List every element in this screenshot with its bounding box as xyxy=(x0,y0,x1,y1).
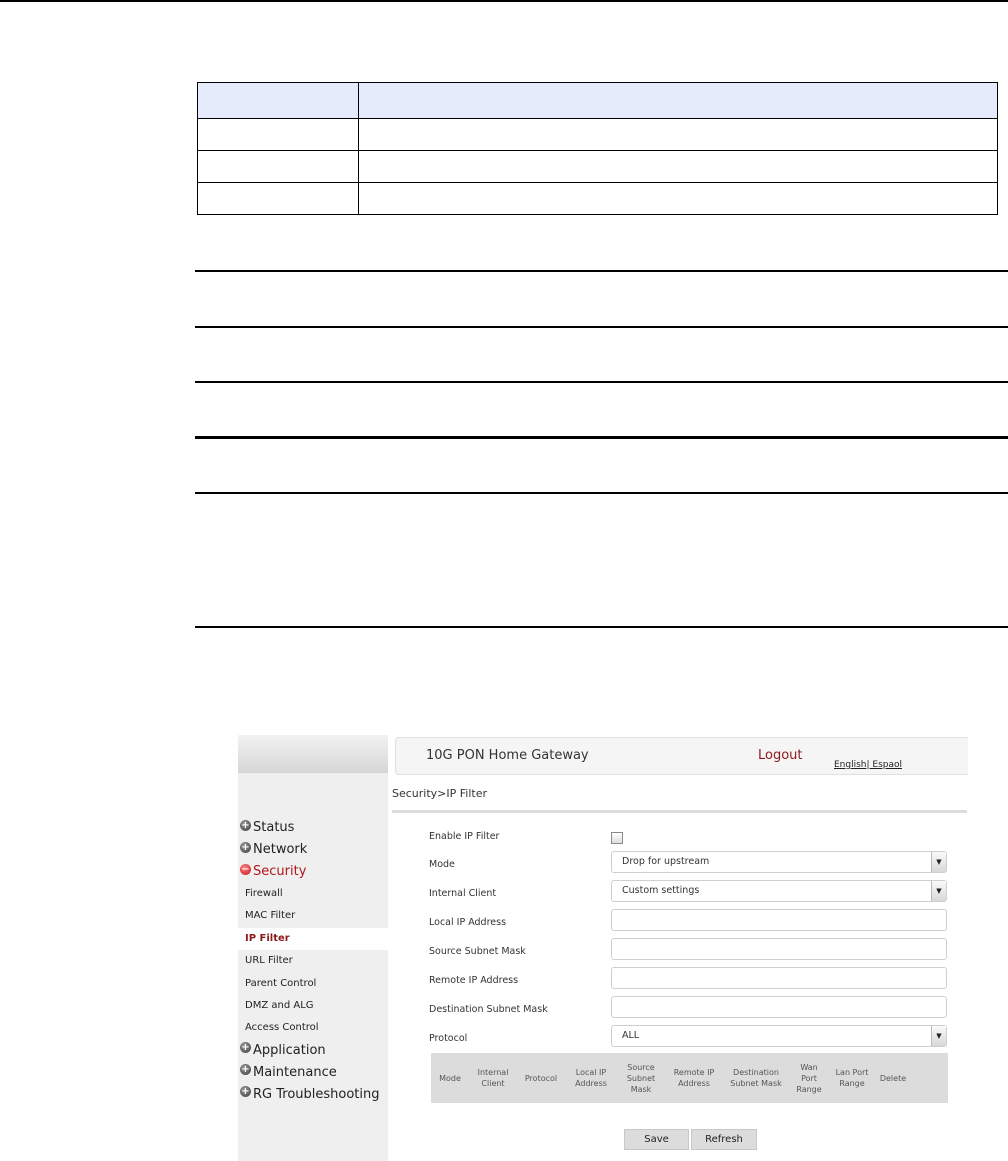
column-header-lan-port-range: Lan Port Range xyxy=(835,1068,869,1088)
sidebar-subitem-mac-filter[interactable]: MAC Filter xyxy=(238,905,388,927)
lang-spanish-link[interactable]: Espaol xyxy=(870,760,902,770)
column-header-local-ip: Local IP Address xyxy=(575,1068,607,1088)
column-header-protocol: Protocol xyxy=(524,1073,558,1083)
chevron-down-icon: ▼ xyxy=(931,852,946,872)
document-table-cell xyxy=(197,182,359,215)
language-switcher: English| Espaol xyxy=(834,760,902,770)
document-table-cell xyxy=(358,182,998,215)
sidebar-subitem-url-filter[interactable]: URL Filter xyxy=(238,950,388,972)
column-header-source-subnet-mask: Source Subnet Mask xyxy=(626,1062,656,1094)
column-header-internal-client: Internal Client xyxy=(477,1068,509,1088)
mode-value: Drop for upstream xyxy=(622,856,710,867)
remote-ip-input[interactable] xyxy=(611,967,947,989)
sidebar-subitem-parent-control[interactable]: Parent Control xyxy=(238,973,388,995)
sidebar-item-maintenance[interactable]: + Maintenance xyxy=(238,1062,388,1084)
sidebar-item-security[interactable]: − Security xyxy=(238,861,388,883)
plus-circle-icon: + xyxy=(240,819,251,831)
document-table-row xyxy=(197,182,998,215)
sidebar-nav: + Status + Network − Security Firewall M… xyxy=(238,817,388,1106)
horizontal-rule xyxy=(195,381,1008,383)
gateway-ui-screenshot: + Status + Network − Security Firewall M… xyxy=(238,735,968,1161)
minus-circle-icon: − xyxy=(240,863,251,875)
column-header-destination-subnet-mask: Destination Subnet Mask xyxy=(730,1068,782,1088)
protocol-value: ALL xyxy=(622,1030,640,1041)
breadcrumb-divider xyxy=(392,810,967,813)
local-ip-label: Local IP Address xyxy=(429,917,507,928)
document-table-row xyxy=(197,118,998,151)
sidebar-item-label: Application xyxy=(253,1042,326,1058)
chevron-down-icon: ▼ xyxy=(931,881,946,901)
document-table-header xyxy=(197,82,998,119)
horizontal-rule xyxy=(195,326,1008,328)
refresh-button[interactable]: Refresh xyxy=(691,1129,757,1150)
sidebar-item-application[interactable]: + Application xyxy=(238,1040,388,1062)
horizontal-rule xyxy=(195,492,1008,494)
internal-client-select[interactable]: Custom settings ▼ xyxy=(611,880,947,902)
brand-title: 10G PON Home Gateway xyxy=(426,748,589,763)
mode-select[interactable]: Drop for upstream ▼ xyxy=(611,851,947,873)
document-table xyxy=(197,82,998,215)
page-top-rule xyxy=(0,0,1008,2)
sidebar-subitem-ip-filter[interactable]: IP Filter xyxy=(238,927,388,951)
sidebar: + Status + Network − Security Firewall M… xyxy=(238,735,388,1161)
document-table-cell xyxy=(358,118,998,151)
header-bar: 10G PON Home Gateway Logout English| Esp… xyxy=(395,737,968,775)
enable-ip-filter-label: Enable IP Filter xyxy=(429,831,500,842)
sidebar-subitem-firewall[interactable]: Firewall xyxy=(238,883,388,905)
save-button[interactable]: Save xyxy=(624,1129,689,1150)
horizontal-rule xyxy=(195,626,1008,628)
protocol-label: Protocol xyxy=(429,1033,468,1044)
internal-client-value: Custom settings xyxy=(622,885,700,896)
ip-filter-rules-table-header: Mode Internal Client Protocol Local IP A… xyxy=(431,1053,948,1103)
sidebar-item-label: Security xyxy=(253,864,307,879)
local-ip-input[interactable] xyxy=(611,909,947,931)
sidebar-item-status[interactable]: + Status xyxy=(238,817,388,839)
document-table-cell xyxy=(197,118,359,151)
document-table-row xyxy=(197,150,998,183)
document-table-header-cell xyxy=(197,82,359,119)
column-header-delete: Delete xyxy=(879,1073,907,1083)
document-table-cell xyxy=(358,150,998,183)
document-table-cell xyxy=(197,150,359,183)
horizontal-rule xyxy=(195,270,1008,272)
mode-label: Mode xyxy=(429,859,455,870)
destination-subnet-mask-input[interactable] xyxy=(611,996,947,1018)
plus-circle-icon: + xyxy=(240,841,251,853)
sidebar-subitem-dmz-alg[interactable]: DMZ and ALG xyxy=(238,995,388,1017)
source-subnet-mask-input[interactable] xyxy=(611,938,947,960)
column-header-remote-ip: Remote IP Address xyxy=(673,1068,715,1088)
remote-ip-label: Remote IP Address xyxy=(429,975,519,986)
destination-subnet-mask-label: Destination Subnet Mask xyxy=(429,1004,548,1015)
chevron-down-icon: ▼ xyxy=(931,1026,946,1046)
source-subnet-mask-label: Source Subnet Mask xyxy=(429,946,526,957)
sidebar-item-label: Network xyxy=(253,842,308,857)
sidebar-header xyxy=(238,735,388,773)
plus-circle-icon: + xyxy=(240,1042,251,1054)
horizontal-rule xyxy=(195,436,1008,439)
sidebar-item-rg-troubleshooting[interactable]: + RG Troubleshooting xyxy=(238,1084,388,1106)
breadcrumb: Security>IP Filter xyxy=(392,787,488,800)
lang-english-link[interactable]: English xyxy=(834,760,867,770)
sidebar-item-label: Maintenance xyxy=(253,1064,337,1080)
logout-link[interactable]: Logout xyxy=(758,748,803,763)
plus-circle-icon: + xyxy=(240,1064,251,1076)
column-header-wan-port-range: Wan Port Range xyxy=(796,1062,822,1094)
protocol-select[interactable]: ALL ▼ xyxy=(611,1025,947,1047)
sidebar-subitem-access-control[interactable]: Access Control xyxy=(238,1017,388,1039)
enable-ip-filter-checkbox[interactable] xyxy=(611,832,623,844)
sidebar-item-label: RG Troubleshooting xyxy=(253,1086,380,1102)
sidebar-item-network[interactable]: + Network xyxy=(238,839,388,861)
document-table-header-cell xyxy=(358,82,998,119)
internal-client-label: Internal Client xyxy=(429,888,497,899)
sidebar-item-label: Status xyxy=(253,820,295,835)
column-header-mode: Mode xyxy=(439,1073,461,1083)
plus-circle-icon: + xyxy=(240,1086,251,1098)
